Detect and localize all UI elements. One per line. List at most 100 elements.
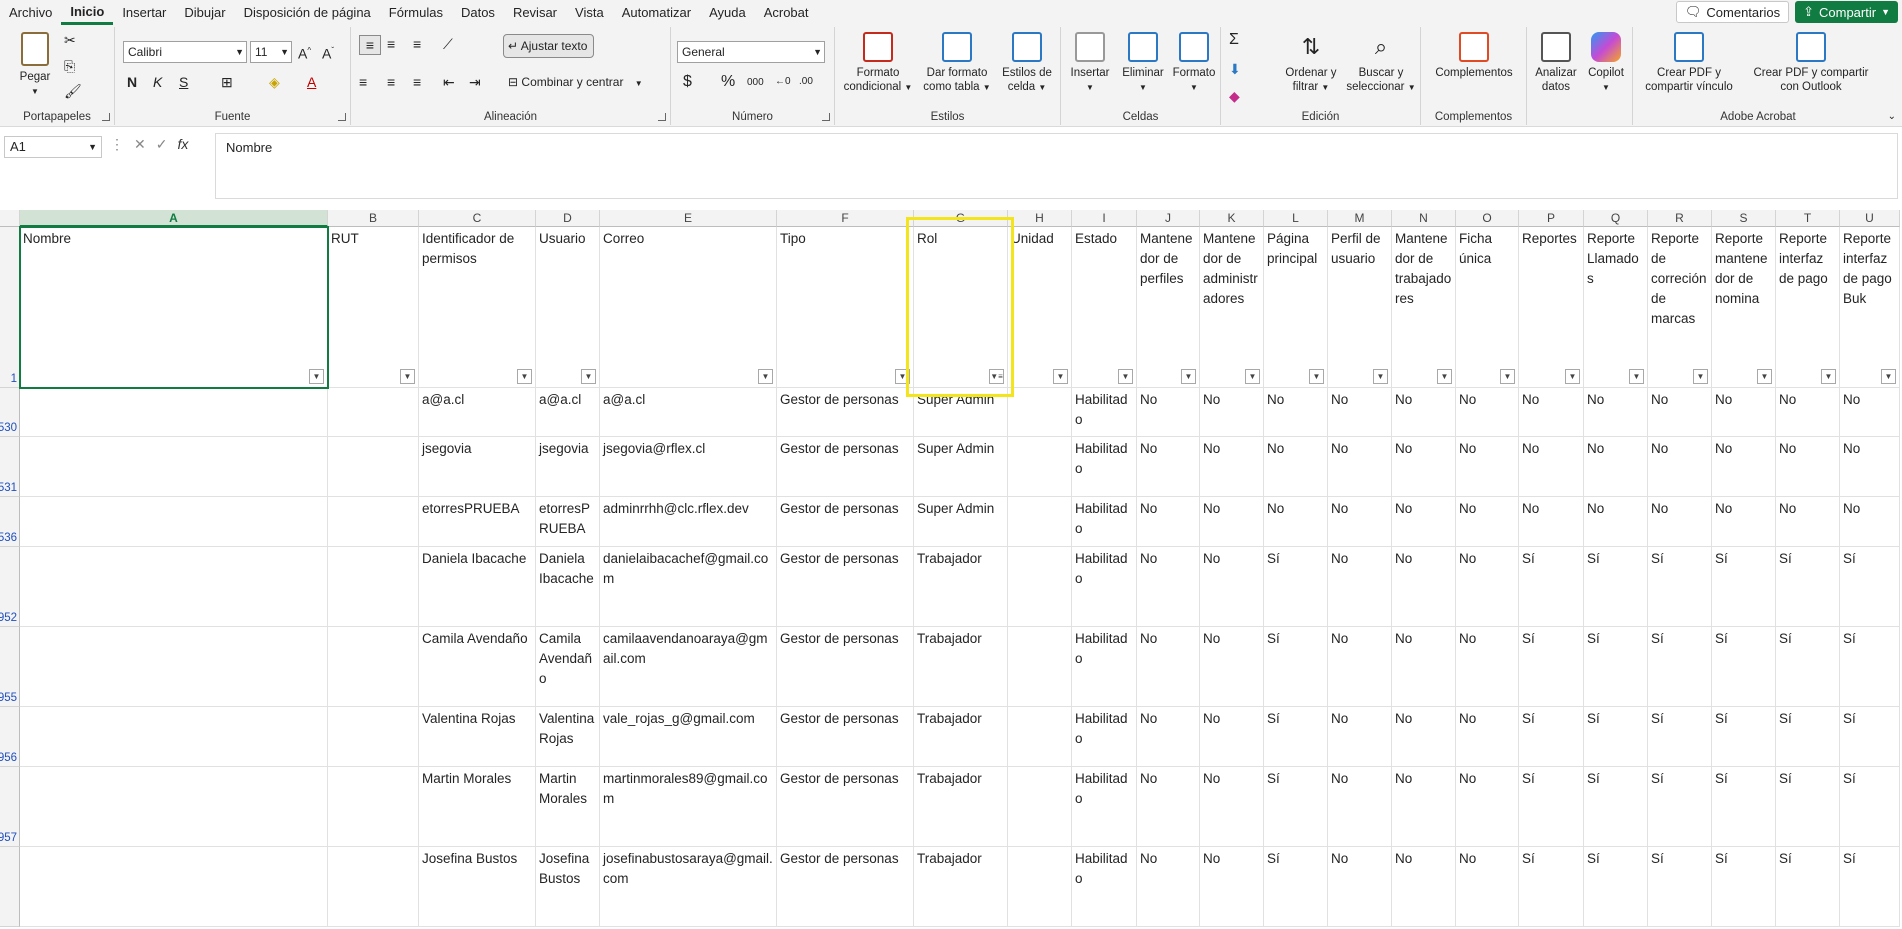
data-cell[interactable]: Sí xyxy=(1712,547,1776,627)
data-cell[interactable]: Martin Morales xyxy=(419,767,536,847)
create-pdf-link-button[interactable]: Crear PDF y compartir vínculo xyxy=(1637,29,1741,94)
copilot-button[interactable]: Copilot ▼ xyxy=(1583,29,1629,95)
header-cell-i[interactable]: Estado xyxy=(1072,227,1137,388)
data-cell[interactable]: Sí xyxy=(1584,767,1648,847)
data-cell[interactable]: adminrrhh@clc.rflex.dev xyxy=(600,497,777,547)
data-cell[interactable]: Josefina Bustos xyxy=(419,847,536,927)
data-cell[interactable]: Sí xyxy=(1519,627,1584,707)
data-cell[interactable]: etorresPRUEBA xyxy=(536,497,600,547)
filter-dropdown-icon[interactable]: ▼ xyxy=(1181,369,1196,384)
decrease-decimal-icon[interactable]: .00 xyxy=(799,73,813,91)
data-cell[interactable]: No xyxy=(1584,437,1648,497)
format-cells-button[interactable]: Formato ▼ xyxy=(1169,29,1219,95)
menu-tab-revisar[interactable]: Revisar xyxy=(504,0,566,25)
data-cell[interactable]: No xyxy=(1392,497,1456,547)
data-cell[interactable]: No xyxy=(1137,388,1200,437)
data-cell[interactable]: No xyxy=(1776,437,1840,497)
dialog-launcher-icon[interactable] xyxy=(102,113,110,121)
row-header[interactable]: 531 xyxy=(0,437,20,497)
menu-tab-fórmulas[interactable]: Fórmulas xyxy=(380,0,452,25)
data-cell[interactable]: a@a.cl xyxy=(600,388,777,437)
data-cell[interactable]: Sí xyxy=(1648,767,1712,847)
column-header-b[interactable]: B xyxy=(328,210,419,227)
data-cell[interactable]: Sí xyxy=(1264,627,1328,707)
data-cell[interactable]: Trabajador xyxy=(914,707,1008,767)
data-cell[interactable]: Sí xyxy=(1776,627,1840,707)
data-cell[interactable]: jsegovia xyxy=(419,437,536,497)
data-cell[interactable]: Sí xyxy=(1776,847,1840,927)
header-cell-p[interactable]: Reportes xyxy=(1519,227,1584,388)
italic-button[interactable]: K xyxy=(153,73,162,91)
data-cell[interactable]: No xyxy=(1200,707,1264,767)
data-cell[interactable]: No xyxy=(1137,627,1200,707)
data-cell[interactable]: Sí xyxy=(1584,627,1648,707)
data-cell[interactable]: Trabajador xyxy=(914,547,1008,627)
header-cell-e[interactable]: Correo xyxy=(600,227,777,388)
data-cell[interactable]: No xyxy=(1519,497,1584,547)
data-cell[interactable]: etorresPRUEBA xyxy=(419,497,536,547)
data-cell[interactable]: No xyxy=(1519,388,1584,437)
data-cell[interactable]: camilaavendanoaraya@gmail.com xyxy=(600,627,777,707)
data-cell[interactable]: Daniela Ibacache xyxy=(536,547,600,627)
number-format-select[interactable]: General ▼ xyxy=(677,41,825,63)
thousands-button[interactable]: 000 xyxy=(747,74,764,92)
header-cell-l[interactable]: Página principal xyxy=(1264,227,1328,388)
data-cell[interactable]: Sí xyxy=(1648,627,1712,707)
data-cell[interactable]: No xyxy=(1264,437,1328,497)
find-select-button[interactable]: ⌕ Buscar y seleccionar ▼ xyxy=(1345,29,1417,95)
column-header-l[interactable]: L xyxy=(1264,210,1328,227)
data-cell[interactable]: No xyxy=(1264,388,1328,437)
data-cell[interactable]: No xyxy=(1392,627,1456,707)
filter-dropdown-icon[interactable]: ▼ xyxy=(1821,369,1836,384)
delete-cells-button[interactable]: Eliminar ▼ xyxy=(1117,29,1169,95)
data-cell[interactable]: Trabajador xyxy=(914,847,1008,927)
data-cell[interactable]: Habilitado xyxy=(1072,388,1137,437)
data-cell[interactable]: No xyxy=(1328,847,1392,927)
data-cell[interactable]: Sí xyxy=(1648,547,1712,627)
font-color-icon[interactable]: A xyxy=(307,73,316,91)
data-cell[interactable]: No xyxy=(1776,497,1840,547)
filter-dropdown-icon[interactable]: ▼ xyxy=(1245,369,1260,384)
data-cell[interactable]: Sí xyxy=(1264,847,1328,927)
filter-dropdown-icon[interactable]: ▼ xyxy=(758,369,773,384)
data-cell[interactable]: Sí xyxy=(1776,547,1840,627)
data-cell[interactable]: No xyxy=(1584,388,1648,437)
data-cell[interactable]: Sí xyxy=(1648,847,1712,927)
data-cell[interactable] xyxy=(328,707,419,767)
filter-dropdown-icon[interactable]: ▼ xyxy=(517,369,532,384)
data-cell[interactable]: Sí xyxy=(1712,767,1776,847)
autosum-icon[interactable]: Σ xyxy=(1229,31,1239,49)
data-cell[interactable]: Super Admin xyxy=(914,437,1008,497)
data-cell[interactable]: Gestor de personas xyxy=(777,547,914,627)
column-header-t[interactable]: T xyxy=(1776,210,1840,227)
data-cell[interactable]: Sí xyxy=(1840,627,1900,707)
data-cell[interactable] xyxy=(20,767,328,847)
data-cell[interactable]: No xyxy=(1328,707,1392,767)
data-cell[interactable]: Gestor de personas xyxy=(777,767,914,847)
font-size-select[interactable]: 11 ▼ xyxy=(250,41,292,63)
orientation-icon[interactable]: ⟋ xyxy=(443,35,453,53)
data-cell[interactable]: Sí xyxy=(1840,767,1900,847)
column-header-d[interactable]: D xyxy=(536,210,600,227)
data-cell[interactable]: Sí xyxy=(1648,707,1712,767)
enter-icon[interactable]: ✓ xyxy=(156,136,168,153)
data-cell[interactable]: Gestor de personas xyxy=(777,627,914,707)
column-header-e[interactable]: E xyxy=(600,210,777,227)
data-cell[interactable]: No xyxy=(1519,437,1584,497)
data-cell[interactable]: Sí xyxy=(1519,547,1584,627)
data-cell[interactable]: No xyxy=(1137,707,1200,767)
data-cell[interactable]: No xyxy=(1200,847,1264,927)
data-cell[interactable]: No xyxy=(1456,767,1519,847)
cut-icon[interactable]: ✂ xyxy=(64,31,76,49)
filter-dropdown-icon[interactable]: ▼ xyxy=(1437,369,1452,384)
increase-decimal-icon[interactable]: ←0 xyxy=(775,73,791,91)
data-cell[interactable]: Sí xyxy=(1840,707,1900,767)
data-cell[interactable]: Camila Avendaño xyxy=(419,627,536,707)
conditional-format-button[interactable]: Formato condicional ▼ xyxy=(839,29,917,95)
data-cell[interactable]: No xyxy=(1840,437,1900,497)
data-cell[interactable] xyxy=(328,437,419,497)
data-cell[interactable]: No xyxy=(1137,547,1200,627)
data-cell[interactable]: No xyxy=(1200,627,1264,707)
header-cell-t[interactable]: Reporte interfaz de pago xyxy=(1776,227,1840,388)
data-cell[interactable]: No xyxy=(1328,497,1392,547)
